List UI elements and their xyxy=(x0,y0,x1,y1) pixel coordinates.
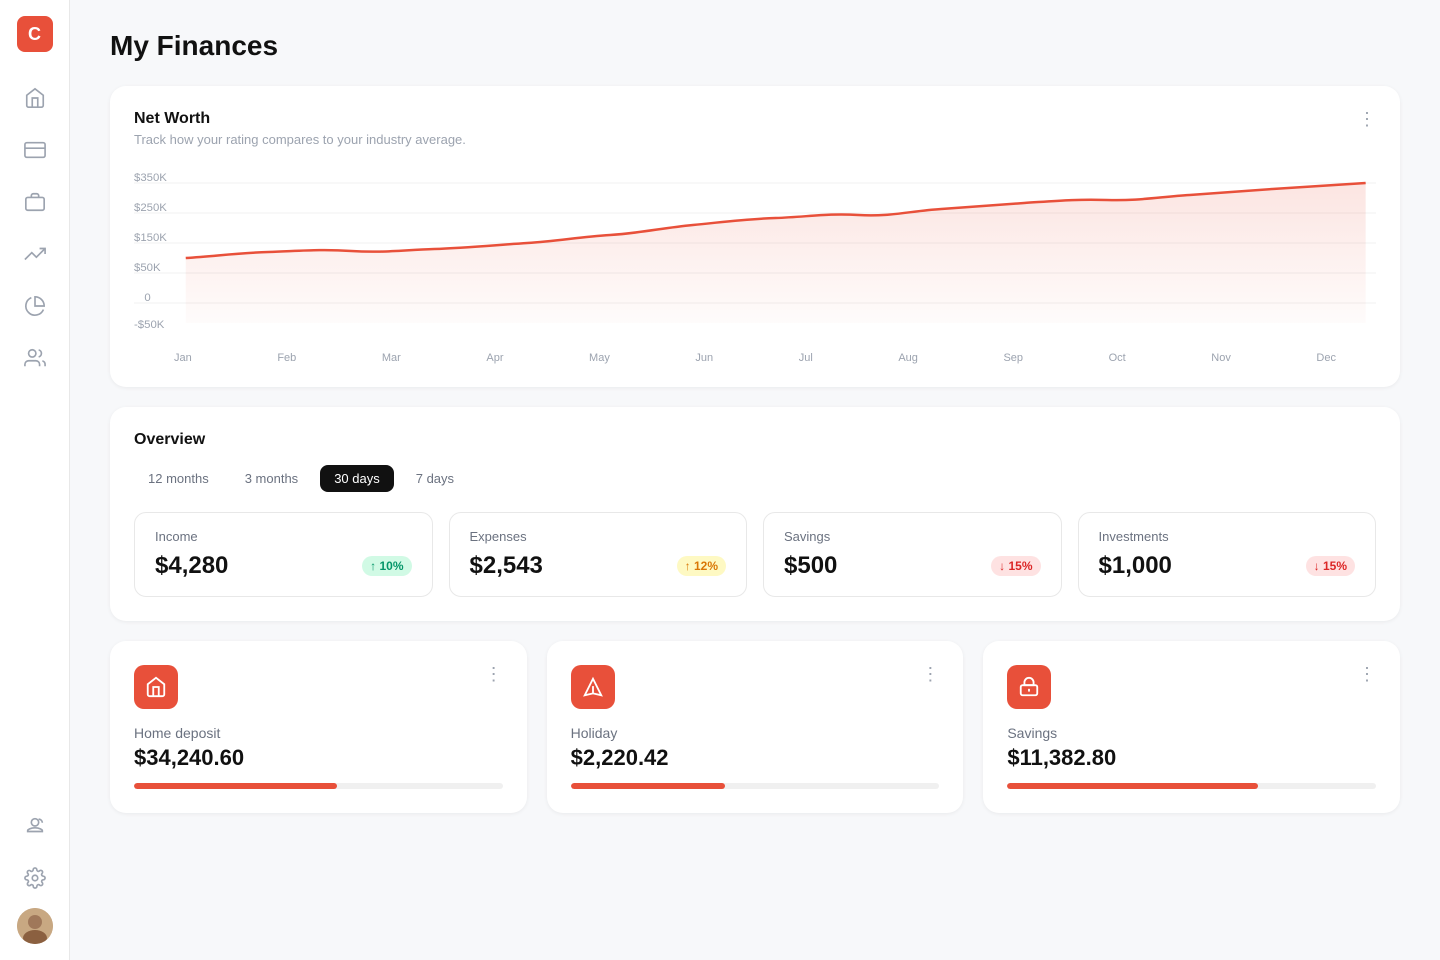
goal-holiday-header: ⋮ xyxy=(571,665,940,725)
savings-badge-text: ↓ 15% xyxy=(999,559,1032,573)
expenses-label: Expenses xyxy=(470,529,727,544)
x-label-dec: Dec xyxy=(1316,352,1336,364)
goal-savings-progress-bar xyxy=(1007,783,1376,789)
investments-badge: ↓ 15% xyxy=(1306,556,1355,576)
overview-card: Overview 12 months 3 months 30 days 7 da… xyxy=(110,407,1400,621)
svg-text:$350K: $350K xyxy=(134,172,167,184)
goal-savings-amount: $11,382.80 xyxy=(1007,745,1376,771)
page-title: My Finances xyxy=(110,30,1400,62)
app-logo[interactable]: C xyxy=(17,16,53,52)
x-label-oct: Oct xyxy=(1109,352,1126,364)
x-label-nov: Nov xyxy=(1211,352,1231,364)
x-label-apr: Apr xyxy=(486,352,503,364)
expenses-value: $2,543 xyxy=(470,552,543,580)
goal-savings-progress-fill xyxy=(1007,783,1258,789)
user-avatar[interactable] xyxy=(17,908,53,944)
goal-home-deposit: ⋮ Home deposit $34,240.60 xyxy=(110,641,527,813)
investments-label: Investments xyxy=(1099,529,1356,544)
goal-home-header: ⋮ xyxy=(134,665,503,725)
sidebar-item-portfolio[interactable] xyxy=(13,180,57,224)
goal-home-progress-bar xyxy=(134,783,503,789)
investments-value: $1,000 xyxy=(1099,552,1172,580)
goal-holiday: ⋮ Holiday $2,220.42 xyxy=(547,641,964,813)
income-label: Income xyxy=(155,529,412,544)
goal-savings-header: ⋮ xyxy=(1007,665,1376,725)
tab-7-days[interactable]: 7 days xyxy=(402,465,468,492)
expenses-row: $2,543 ↑ 12% xyxy=(470,552,727,580)
goal-home-icon xyxy=(134,665,178,709)
net-worth-title: Net Worth xyxy=(134,110,466,128)
metrics-grid: Income $4,280 ↑ 10% Expenses $2,543 ↑ 1 xyxy=(134,512,1376,597)
goal-holiday-name: Holiday xyxy=(571,725,940,741)
tab-12-months[interactable]: 12 months xyxy=(134,465,223,492)
sidebar-item-admin[interactable] xyxy=(13,804,57,848)
goal-holiday-progress-bar xyxy=(571,783,940,789)
goal-home-more[interactable]: ⋮ xyxy=(485,665,503,683)
goal-savings-name: Savings xyxy=(1007,725,1376,741)
net-worth-header: Net Worth Track how your rating compares… xyxy=(134,110,1376,163)
svg-text:$50K: $50K xyxy=(134,262,161,274)
sidebar-item-users[interactable] xyxy=(13,336,57,380)
sidebar-item-home[interactable] xyxy=(13,76,57,120)
sidebar-item-settings[interactable] xyxy=(13,856,57,900)
main-content: My Finances Net Worth Track how your rat… xyxy=(70,0,1440,960)
sidebar: C xyxy=(0,0,70,960)
metric-expenses: Expenses $2,543 ↑ 12% xyxy=(449,512,748,597)
svg-text:$250K: $250K xyxy=(134,202,167,214)
goal-holiday-amount: $2,220.42 xyxy=(571,745,940,771)
tab-30-days[interactable]: 30 days xyxy=(320,465,394,492)
goal-home-name: Home deposit xyxy=(134,725,503,741)
income-value: $4,280 xyxy=(155,552,228,580)
x-label-jul: Jul xyxy=(799,352,813,364)
savings-value: $500 xyxy=(784,552,837,580)
x-label-sep: Sep xyxy=(1003,352,1023,364)
x-label-mar: Mar xyxy=(382,352,401,364)
svg-text:$150K: $150K xyxy=(134,232,167,244)
metric-income: Income $4,280 ↑ 10% xyxy=(134,512,433,597)
goal-holiday-more[interactable]: ⋮ xyxy=(921,665,939,683)
investments-row: $1,000 ↓ 15% xyxy=(1099,552,1356,580)
expenses-badge: ↑ 12% xyxy=(677,556,726,576)
goal-holiday-progress-fill xyxy=(571,783,726,789)
x-label-may: May xyxy=(589,352,610,364)
savings-label: Savings xyxy=(784,529,1041,544)
goal-home-progress-fill xyxy=(134,783,337,789)
investments-badge-text: ↓ 15% xyxy=(1314,559,1347,573)
sidebar-bottom xyxy=(13,804,57,944)
tab-3-months[interactable]: 3 months xyxy=(231,465,312,492)
net-worth-title-block: Net Worth Track how your rating compares… xyxy=(134,110,466,163)
net-worth-svg: $350K $250K $150K $50K 0 -$50K xyxy=(134,163,1376,343)
income-row: $4,280 ↑ 10% xyxy=(155,552,412,580)
svg-text:0: 0 xyxy=(144,292,150,304)
income-badge-text: ↑ 10% xyxy=(370,559,403,573)
chart-x-labels: Jan Feb Mar Apr May Jun Jul Aug Sep Oct … xyxy=(134,348,1376,364)
goal-holiday-icon xyxy=(571,665,615,709)
overview-tabs: 12 months 3 months 30 days 7 days xyxy=(134,465,1376,492)
x-label-aug: Aug xyxy=(898,352,918,364)
svg-text:-$50K: -$50K xyxy=(134,319,165,331)
savings-row: $500 ↓ 15% xyxy=(784,552,1041,580)
savings-badge: ↓ 15% xyxy=(991,556,1040,576)
x-label-jun: Jun xyxy=(695,352,713,364)
expenses-badge-text: ↑ 12% xyxy=(685,559,718,573)
net-worth-card: Net Worth Track how your rating compares… xyxy=(110,86,1400,387)
overview-content: 12 months 3 months 30 days 7 days Income… xyxy=(134,465,1376,597)
goal-savings-icon xyxy=(1007,665,1051,709)
goals-grid: ⋮ Home deposit $34,240.60 ⋮ Holiday $2,2… xyxy=(110,641,1400,813)
sidebar-item-reports[interactable] xyxy=(13,284,57,328)
sidebar-item-trending[interactable] xyxy=(13,232,57,276)
net-worth-more-button[interactable]: ⋮ xyxy=(1358,110,1376,128)
income-badge: ↑ 10% xyxy=(362,556,411,576)
metric-savings: Savings $500 ↓ 15% xyxy=(763,512,1062,597)
goal-home-amount: $34,240.60 xyxy=(134,745,503,771)
x-label-jan: Jan xyxy=(174,352,192,364)
net-worth-subtitle: Track how your rating compares to your i… xyxy=(134,132,466,147)
metric-investments: Investments $1,000 ↓ 15% xyxy=(1078,512,1377,597)
sidebar-item-cards[interactable] xyxy=(13,128,57,172)
overview-title: Overview xyxy=(134,431,1376,449)
goal-savings: ⋮ Savings $11,382.80 xyxy=(983,641,1400,813)
net-worth-chart: $350K $250K $150K $50K 0 -$50K Jan xyxy=(134,163,1376,363)
x-label-feb: Feb xyxy=(277,352,296,364)
goal-savings-more[interactable]: ⋮ xyxy=(1358,665,1376,683)
